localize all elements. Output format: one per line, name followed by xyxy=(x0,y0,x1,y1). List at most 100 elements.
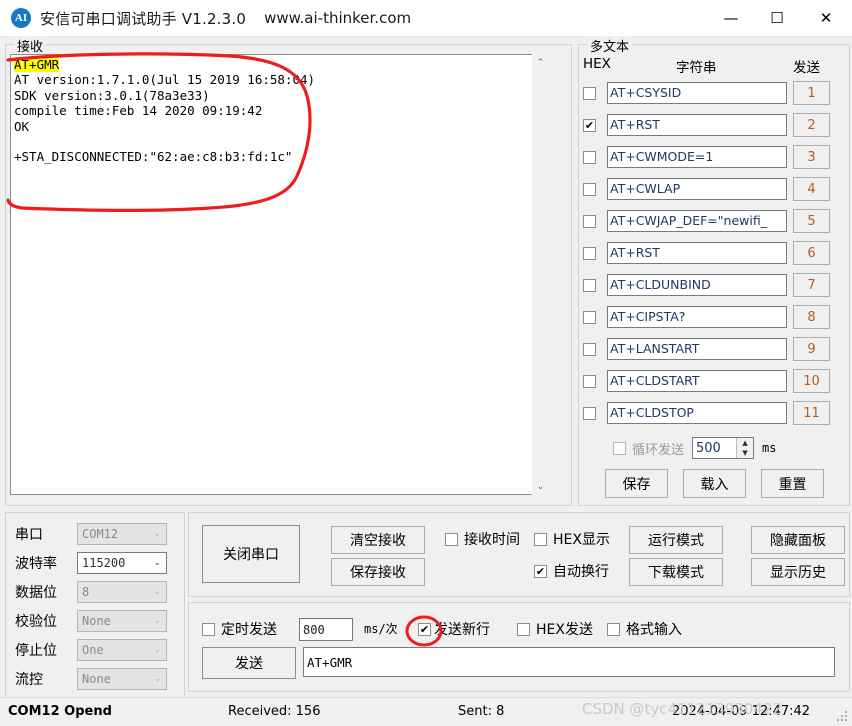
send-button[interactable]: 发送 xyxy=(202,647,296,679)
chevron-down-icon: ⌄ xyxy=(153,587,161,597)
multitext-command-input[interactable]: AT+CWJAP_DEF="newifi_ xyxy=(607,210,787,232)
loop-interval-spin-buttons[interactable]: ▲ ▼ xyxy=(736,438,754,458)
multitext-command-input[interactable]: AT+CSYSID xyxy=(607,82,787,104)
window-title-url: www.ai-thinker.com xyxy=(264,9,412,27)
close-icon[interactable]: ✕ xyxy=(800,0,852,36)
multitext-hex-checkbox[interactable] xyxy=(583,86,596,100)
multitext-send-button[interactable]: 2 xyxy=(793,113,830,137)
auto-wrap-checkbox-row[interactable]: ✔ 自动换行 xyxy=(534,561,609,581)
multitext-command-input[interactable]: AT+CLDSTOP xyxy=(607,402,787,424)
receive-time-checkbox-row[interactable]: 接收时间 xyxy=(445,529,520,549)
serial-setting-dropdown[interactable]: 115200 ⌄ xyxy=(77,552,167,574)
hex-display-label: HEX显示 xyxy=(553,532,610,548)
spin-up-icon[interactable]: ▲ xyxy=(737,438,753,448)
receive-time-label: 接收时间 xyxy=(464,532,520,548)
resize-grip-icon[interactable] xyxy=(837,711,849,723)
maximize-icon[interactable]: ☐ xyxy=(754,0,800,36)
loop-send-checkbox[interactable] xyxy=(613,441,626,455)
serial-setting-value: None xyxy=(82,614,111,628)
multitext-send-button[interactable]: 6 xyxy=(793,241,830,265)
format-input-checkbox[interactable] xyxy=(607,622,620,636)
multitext-command-input[interactable]: AT+CLDUNBIND xyxy=(607,274,787,296)
timed-send-checkbox[interactable] xyxy=(202,622,215,636)
window-title: 安信可串口调试助手 V1.2.3.0 xyxy=(40,9,247,28)
download-mode-button[interactable]: 下载模式 xyxy=(629,558,723,586)
hex-send-checkbox-row[interactable]: HEX发送 xyxy=(517,619,593,639)
auto-wrap-checkbox[interactable]: ✔ xyxy=(534,564,547,578)
clear-receive-button[interactable]: 清空接收 xyxy=(331,526,425,554)
multitext-send-button[interactable]: 11 xyxy=(793,401,830,425)
send-interval-input[interactable]: 800 xyxy=(299,618,353,641)
multitext-send-button[interactable]: 3 xyxy=(793,145,830,169)
multitext-hex-checkbox[interactable] xyxy=(583,150,596,164)
serial-setting-row: 校验位 None ⌄ xyxy=(15,610,167,632)
receive-panel: 接收 AT+GMR AT version:1.7.1.0(Jul 15 2019… xyxy=(5,36,572,506)
hex-send-checkbox[interactable] xyxy=(517,622,530,636)
hide-panel-button[interactable]: 隐藏面板 xyxy=(751,526,845,554)
multitext-command-input[interactable]: AT+CIPSTA? xyxy=(607,306,787,328)
chevron-down-icon: ⌄ xyxy=(153,645,161,655)
load-button[interactable]: 载入 xyxy=(683,469,746,498)
multitext-row: AT+CWJAP_DEF="newifi_ 5 xyxy=(583,209,845,233)
serial-setting-label: 数据位 xyxy=(15,585,57,601)
serial-settings-panel: 串口 COM12 ⌄ 波特率 115200 ⌄ 数据位 8 ⌄ 校验位 None ⌄ 停止位 One ⌄ 流控… xyxy=(5,512,185,702)
scroll-down-icon[interactable]: ⌄ xyxy=(532,478,549,495)
receive-time-checkbox[interactable] xyxy=(445,532,458,546)
multitext-send-button[interactable]: 1 xyxy=(793,81,830,105)
multitext-hex-checkbox[interactable] xyxy=(583,182,596,196)
multitext-hex-checkbox[interactable] xyxy=(583,278,596,292)
hex-display-checkbox-row[interactable]: HEX显示 xyxy=(534,529,610,549)
spin-down-icon[interactable]: ▼ xyxy=(737,448,753,458)
format-input-checkbox-row[interactable]: 格式输入 xyxy=(607,619,682,639)
serial-setting-value: 8 xyxy=(82,585,90,599)
close-port-button[interactable]: 关闭串口 xyxy=(202,525,300,583)
send-input[interactable]: AT+GMR xyxy=(303,647,835,677)
multitext-hex-checkbox[interactable] xyxy=(583,310,596,324)
multitext-panel: 多文本 HEX 字符串 发送 AT+CSYSID 1 ✔ AT+RST 2 AT+CWMO… xyxy=(578,36,850,506)
multitext-send-button[interactable]: 8 xyxy=(793,305,830,329)
multitext-hex-checkbox[interactable] xyxy=(583,406,596,420)
column-header-string: 字符串 xyxy=(676,60,717,76)
multitext-command-input[interactable]: AT+RST xyxy=(607,114,787,136)
run-mode-button[interactable]: 运行模式 xyxy=(629,526,723,554)
hex-display-checkbox[interactable] xyxy=(534,532,547,546)
multitext-command-input[interactable]: AT+CLDSTART xyxy=(607,370,787,392)
timed-send-checkbox-row[interactable]: 定时发送 xyxy=(202,619,277,639)
multitext-hex-checkbox[interactable] xyxy=(583,374,596,388)
app-logo-icon: AI xyxy=(11,8,31,28)
multitext-send-button[interactable]: 7 xyxy=(793,273,830,297)
multitext-send-button[interactable]: 5 xyxy=(793,209,830,233)
multitext-hex-checkbox[interactable] xyxy=(583,342,596,356)
serial-setting-dropdown: 8 ⌄ xyxy=(77,581,167,603)
serial-setting-row: 串口 COM12 ⌄ xyxy=(15,523,167,545)
status-sent-count: Sent: 8 xyxy=(458,704,505,719)
loop-interval-stepper[interactable]: 500 ▲ ▼ xyxy=(692,437,755,459)
multitext-send-button[interactable]: 4 xyxy=(793,177,830,201)
minimize-icon[interactable]: — xyxy=(708,0,754,36)
reset-button[interactable]: 重置 xyxy=(761,469,824,498)
multitext-command-input[interactable]: AT+LANSTART xyxy=(607,338,787,360)
receive-textarea[interactable]: AT+GMR AT version:1.7.1.0(Jul 15 2019 16… xyxy=(10,54,541,495)
multitext-command-input[interactable]: AT+CWMODE=1 xyxy=(607,146,787,168)
send-newline-checkbox[interactable]: ✔ xyxy=(418,622,431,636)
multitext-row: AT+CWMODE=1 3 xyxy=(583,145,845,169)
multitext-hex-checkbox[interactable] xyxy=(583,246,596,260)
send-interval-unit-label: ms/次 xyxy=(364,622,398,636)
multitext-command-input[interactable]: AT+RST xyxy=(607,242,787,264)
send-newline-checkbox-row[interactable]: ✔ 发送新行 xyxy=(418,619,490,639)
receive-body: AT version:1.7.1.0(Jul 15 2019 16:58:04)… xyxy=(14,72,316,165)
save-button[interactable]: 保存 xyxy=(605,469,668,498)
scroll-up-icon[interactable]: ⌃ xyxy=(532,54,549,71)
save-receive-button[interactable]: 保存接收 xyxy=(331,558,425,586)
serial-setting-dropdown: None ⌄ xyxy=(77,610,167,632)
show-history-button[interactable]: 显示历史 xyxy=(751,558,845,586)
serial-setting-label: 流控 xyxy=(15,672,43,688)
multitext-send-button[interactable]: 9 xyxy=(793,337,830,361)
multitext-send-button[interactable]: 10 xyxy=(793,369,830,393)
multitext-command-input[interactable]: AT+CWLAP xyxy=(607,178,787,200)
receive-scrollbar[interactable]: ⌃ ⌄ xyxy=(532,54,549,495)
multitext-hex-checkbox[interactable]: ✔ xyxy=(583,118,596,132)
chevron-down-icon: ⌄ xyxy=(153,616,161,626)
multitext-panel-title: 多文本 xyxy=(587,36,633,55)
multitext-hex-checkbox[interactable] xyxy=(583,214,596,228)
